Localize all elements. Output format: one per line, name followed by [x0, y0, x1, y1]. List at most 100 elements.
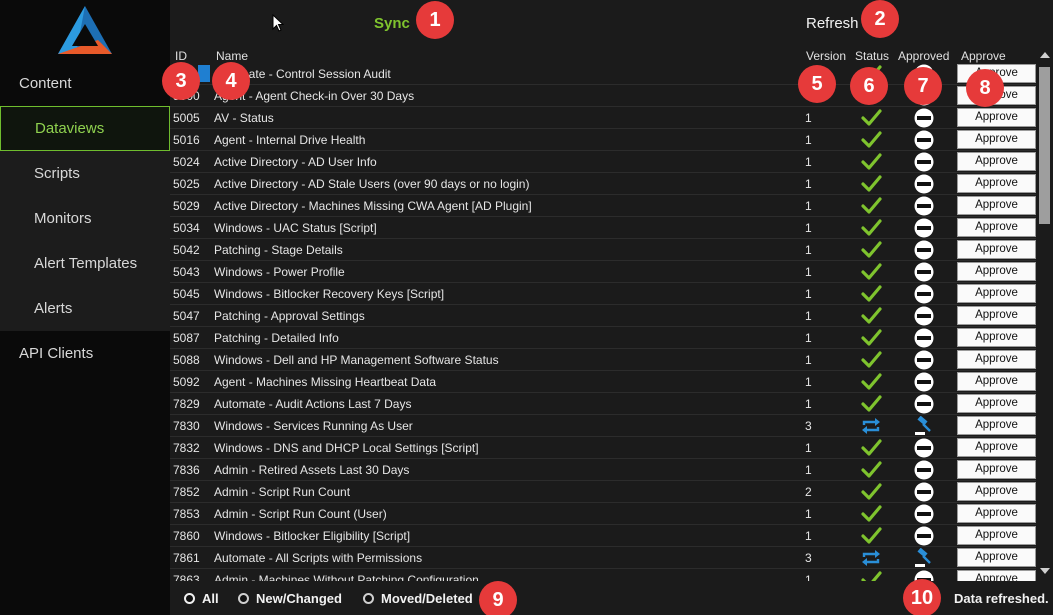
mouse-cursor-icon [272, 14, 284, 32]
approve-button[interactable]: Approve [957, 196, 1036, 215]
approve-button[interactable]: Approve [957, 394, 1036, 413]
table-row[interactable]: 5016 Agent - Internal Drive Health 1 Approv… [170, 129, 1037, 151]
scrollbar-thumb[interactable] [1039, 67, 1050, 224]
cell-name: Automate - All Scripts with Permissions [214, 551, 423, 565]
column-header-status[interactable]: Status [855, 49, 889, 63]
cell-id: 7836 [173, 463, 200, 477]
status-check-icon [860, 262, 882, 282]
cell-name: Windows - Bitlocker Eligibility [Script] [214, 529, 411, 543]
table-row[interactable]: 5034 Windows - UAC Status [Script] 1 Approv… [170, 217, 1037, 239]
status-check-icon [860, 372, 882, 392]
table-row[interactable]: 7860 Windows - Bitlocker Eligibility [Scr… [170, 525, 1037, 547]
filter-all-radio[interactable]: All [184, 591, 219, 606]
table-row[interactable]: 5025 Active Directory - AD Stale Users (o… [170, 173, 1037, 195]
approve-button[interactable]: Approve [957, 416, 1036, 435]
sidebar: Content Dataviews Scripts Monitors Alert… [0, 0, 170, 615]
approve-button[interactable]: Approve [957, 504, 1036, 523]
sidebar-item-api-clients[interactable]: API Clients [0, 331, 170, 376]
approve-button[interactable]: Approve [957, 328, 1036, 347]
cell-id: 7829 [173, 397, 200, 411]
not-approved-icon [913, 328, 935, 348]
filter-new-changed-radio[interactable]: New/Changed [238, 591, 342, 606]
table-row[interactable]: 5087 Patching - Detailed Info 1 Approve [170, 327, 1037, 349]
radio-label: Moved/Deleted [381, 591, 473, 606]
radio-label: New/Changed [256, 591, 342, 606]
sync-button[interactable]: Sync [374, 15, 410, 32]
table-row[interactable]: 7836 Admin - Retired Assets Last 30 Days 1… [170, 459, 1037, 481]
status-check-icon [860, 482, 882, 502]
approve-button[interactable]: Approve [957, 482, 1036, 501]
sidebar-item-label: Dataviews [35, 120, 105, 137]
column-header-name[interactable]: Name [216, 49, 248, 63]
column-header-version[interactable]: Version [806, 49, 846, 63]
cell-id: 7861 [173, 551, 200, 565]
approve-button[interactable]: Approve [957, 130, 1036, 149]
table-row[interactable]: 5045 Windows - Bitlocker Recovery Keys [S… [170, 283, 1037, 305]
table-row[interactable]: 7863 Admin - Machines Without Patching Co… [170, 569, 1037, 581]
refresh-button[interactable]: Refresh [806, 15, 859, 32]
cell-version: 3 [805, 551, 812, 565]
vertical-scrollbar[interactable] [1036, 47, 1053, 579]
cell-id: 5092 [173, 375, 200, 389]
cell-id: 5034 [173, 221, 200, 235]
approve-button[interactable]: Approve [957, 526, 1036, 545]
annotation-badge: 8 [966, 69, 1004, 107]
column-header-approved[interactable]: Approved [898, 49, 949, 63]
column-header-approve[interactable]: Approve [961, 49, 1006, 63]
cell-version: 1 [805, 507, 812, 521]
not-approved-icon [913, 218, 935, 238]
approve-button[interactable]: Approve [957, 570, 1036, 581]
sidebar-item-dataviews[interactable]: Dataviews [0, 106, 170, 151]
table-row[interactable]: 5043 Windows - Power Profile 1 Approve [170, 261, 1037, 283]
approve-button[interactable]: Approve [957, 152, 1036, 171]
cell-version: 1 [805, 529, 812, 543]
table-row[interactable]: 5024 Active Directory - AD User Info 1 Appr… [170, 151, 1037, 173]
sidebar-item-monitors[interactable]: Monitors [0, 196, 170, 241]
cell-version: 1 [805, 287, 812, 301]
approve-button[interactable]: Approve [957, 284, 1036, 303]
table-row[interactable]: 7832 Windows - DNS and DHCP Local Setting… [170, 437, 1037, 459]
sidebar-item-alerts[interactable]: Alerts [0, 286, 170, 331]
table-row[interactable]: 5042 Patching - Stage Details 1 Approve [170, 239, 1037, 261]
approve-button[interactable]: Approve [957, 108, 1036, 127]
sidebar-item-label: Alerts [34, 300, 73, 317]
table-row[interactable]: 5005 AV - Status 1 Approve [170, 107, 1037, 129]
approve-button[interactable]: Approve [957, 438, 1036, 457]
table-row[interactable]: 5047 Patching - Approval Settings 1 Approve [170, 305, 1037, 327]
approve-button[interactable]: Approve [957, 372, 1036, 391]
approve-button[interactable]: Approve [957, 240, 1036, 259]
table-row[interactable]: 7852 Admin - Script Run Count 2 Approve [170, 481, 1037, 503]
approve-button[interactable]: Approve [957, 548, 1036, 567]
cell-name: Windows - Dell and HP Management Softwar… [214, 353, 499, 367]
approve-button[interactable]: Approve [957, 350, 1036, 369]
cell-version: 1 [805, 397, 812, 411]
table-row[interactable]: 7829 Automate - Audit Actions Last 7 Days… [170, 393, 1037, 415]
sidebar-item-scripts[interactable]: Scripts [0, 151, 170, 196]
table-row[interactable]: 5029 Active Directory - Machines Missing … [170, 195, 1037, 217]
radio-unselected-icon [238, 593, 249, 604]
sidebar-item-content[interactable]: Content [0, 61, 170, 106]
filter-moved-deleted-radio[interactable]: Moved/Deleted [363, 591, 473, 606]
scroll-up-icon[interactable] [1040, 52, 1050, 58]
cell-id: 7852 [173, 485, 200, 499]
cell-id: 5047 [173, 309, 200, 323]
not-approved-icon [913, 504, 935, 524]
table-row[interactable]: 7830 Windows - Services Running As User 3 A… [170, 415, 1037, 437]
approve-button[interactable]: Approve [957, 174, 1036, 193]
sidebar-item-alert-templates[interactable]: Alert Templates [0, 241, 170, 286]
approve-button[interactable]: Approve [957, 262, 1036, 281]
cell-name: Active Directory - AD Stale Users (over … [214, 177, 530, 191]
scroll-down-icon[interactable] [1040, 568, 1050, 574]
approve-button[interactable]: Approve [957, 218, 1036, 237]
status-check-icon [860, 108, 882, 128]
table-row[interactable]: 7861 Automate - All Scripts with Permissi… [170, 547, 1037, 569]
column-header-id[interactable]: ID [175, 49, 187, 63]
status-check-icon [860, 570, 882, 581]
approve-button[interactable]: Approve [957, 306, 1036, 325]
approve-button[interactable]: Approve [957, 460, 1036, 479]
annotation-badge: 10 [903, 579, 941, 615]
cell-name: Agent - Internal Drive Health [214, 133, 366, 147]
table-row[interactable]: 5088 Windows - Dell and HP Management Sof… [170, 349, 1037, 371]
table-row[interactable]: 7853 Admin - Script Run Count (User) 1 Appr… [170, 503, 1037, 525]
table-row[interactable]: 5092 Agent - Machines Missing Heartbeat D… [170, 371, 1037, 393]
